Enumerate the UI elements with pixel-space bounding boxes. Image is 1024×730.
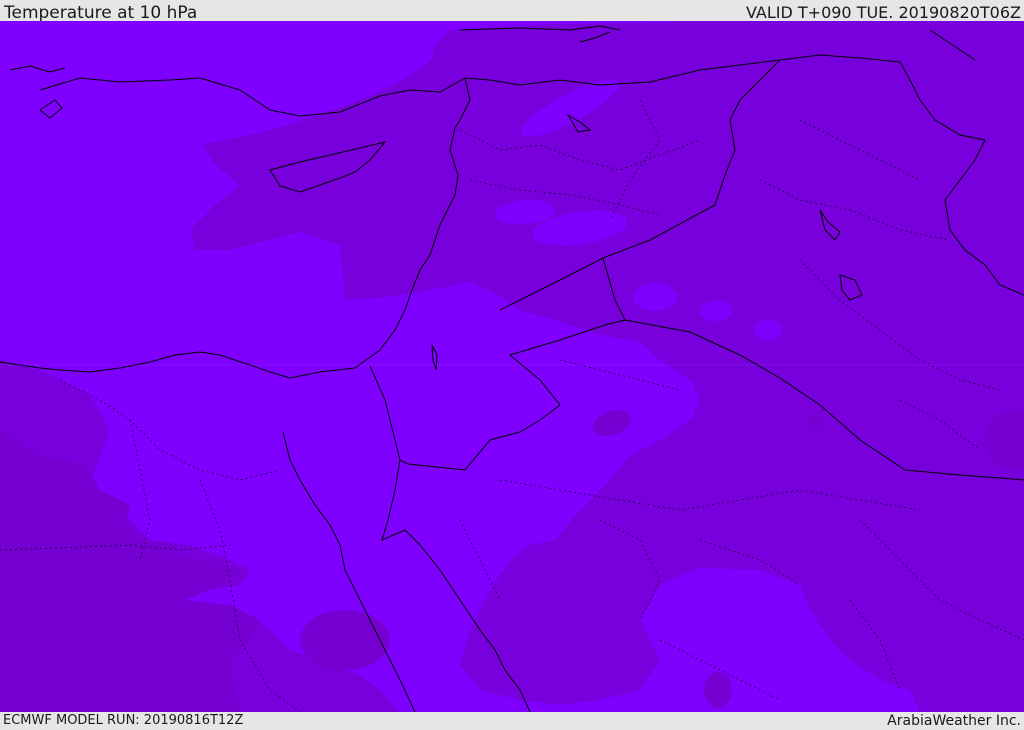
temperature-map[interactable]: [0, 21, 1024, 712]
valid-time-label: VALID T+090 TUE. 20190820T06Z: [745, 3, 1021, 22]
map-canvas: [0, 21, 1024, 712]
footer-bar: ECMWF MODEL RUN: 20190816T12Z ArabiaWeat…: [0, 712, 1024, 729]
credit-label: ArabiaWeather Inc.: [887, 713, 1021, 729]
model-run-label: ECMWF MODEL RUN: 20190816T12Z: [3, 713, 244, 728]
map-title: Temperature at 10 hPa: [4, 3, 198, 23]
header-bar: Temperature at 10 hPa VALID T+090 TUE. 2…: [0, 0, 1024, 23]
